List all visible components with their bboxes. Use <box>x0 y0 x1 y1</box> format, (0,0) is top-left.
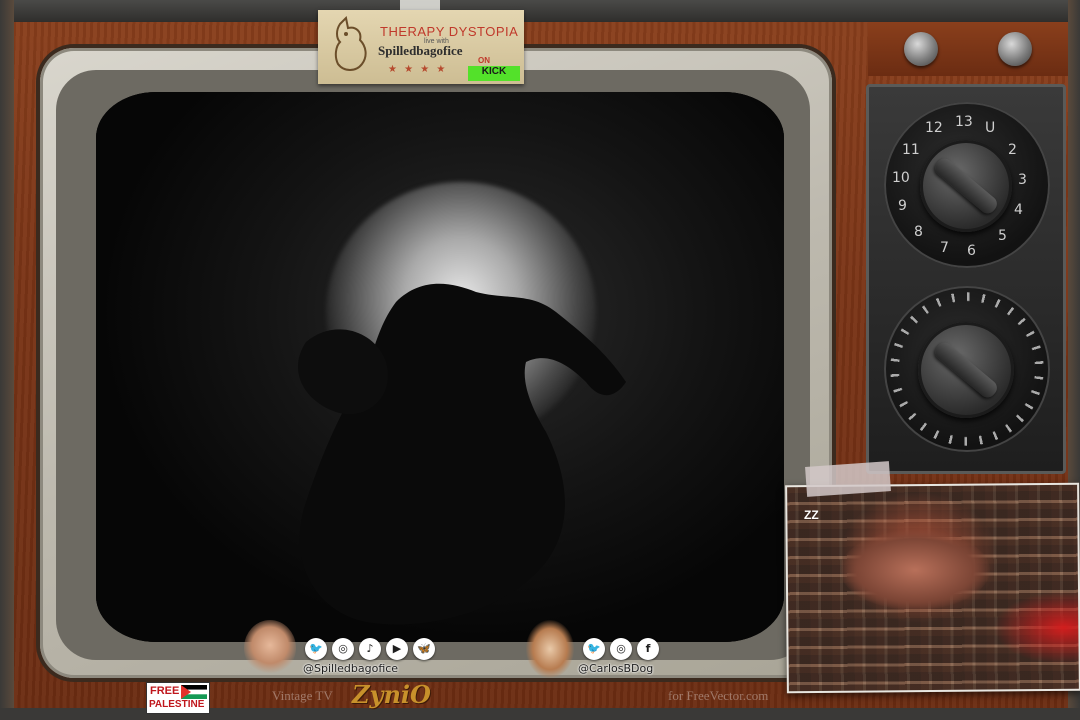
palestine-flag-icon <box>181 685 207 699</box>
free-palestine-badge: FREE PALESTINE <box>146 682 210 714</box>
dial-number: 11 <box>902 142 920 158</box>
cabinet-top-trim <box>0 0 1080 22</box>
credit-text: for FreeVector.com <box>668 688 769 703</box>
control-panel-top <box>868 22 1068 76</box>
streamer-avatar <box>244 620 296 676</box>
dial-number: 8 <box>914 224 923 240</box>
dial-number: 9 <box>898 198 907 214</box>
cabinet-left-trim <box>0 0 14 720</box>
twitter-icon[interactable]: 🐦 <box>583 638 605 660</box>
webcam-tape <box>805 461 891 497</box>
dial-number: 13 <box>955 114 973 130</box>
facebook-icon[interactable]: f <box>637 638 659 660</box>
sleeping-dog <box>840 530 990 610</box>
sleep-zz-text: ZZ <box>804 508 819 522</box>
tuning-knob[interactable] <box>918 322 1014 418</box>
logo-title: THERAPY DYSTOPIA <box>380 24 519 39</box>
dial-number: 10 <box>892 170 910 186</box>
dial-number: 12 <box>925 120 943 136</box>
logo-on-text: ON <box>478 56 490 65</box>
brand-logo: ZyniO <box>352 680 431 709</box>
dog-avatar <box>526 620 574 678</box>
youtube-icon[interactable]: ▶ <box>386 638 408 660</box>
dog-sketch-icon <box>334 16 367 71</box>
video-screen[interactable] <box>96 92 784 642</box>
dial-number: 5 <box>998 228 1007 244</box>
instagram-icon[interactable]: ◎ <box>332 638 354 660</box>
dial-number: U <box>985 120 996 136</box>
dial-number: 7 <box>940 240 949 256</box>
small-knob-right[interactable] <box>998 32 1032 66</box>
dial-number: 6 <box>967 243 976 259</box>
kick-badge: KICK <box>468 66 520 81</box>
palestine-text: PALESTINE <box>149 699 205 710</box>
instagram-icon[interactable]: ◎ <box>610 638 632 660</box>
logo-stars: ★ ★ ★ ★ <box>388 64 448 75</box>
channel-knob[interactable] <box>920 140 1012 232</box>
logo-subtitle: Spilledbagofice <box>378 43 463 58</box>
tiktok-icon[interactable]: ♪ <box>359 638 381 660</box>
vintage-tv-text: Vintage TV <box>272 688 333 703</box>
channel-knob-grip <box>931 155 1001 217</box>
tuning-knob-grip <box>931 339 1001 401</box>
dog-handle[interactable]: @CarlosBDog <box>578 662 653 675</box>
bluesky-icon[interactable]: 🦋 <box>413 638 435 660</box>
dial-number: 3 <box>1018 172 1027 188</box>
dial-number: 2 <box>1008 142 1017 158</box>
stream-logo: THERAPY DYSTOPIA live with Spilledbagofi… <box>318 10 524 84</box>
silhouette-figure <box>297 283 626 625</box>
streamer-handle[interactable]: @Spilledbagofice <box>303 662 398 675</box>
dial-number: 4 <box>1014 202 1023 218</box>
free-text: FREE <box>150 685 180 697</box>
small-knob-left[interactable] <box>904 32 938 66</box>
twitter-icon[interactable]: 🐦 <box>305 638 327 660</box>
